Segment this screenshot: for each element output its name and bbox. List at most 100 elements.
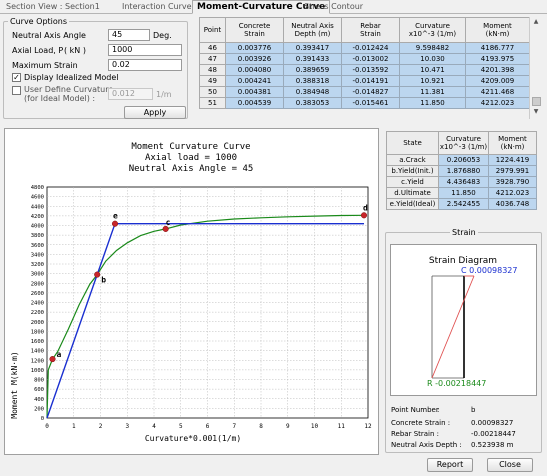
state-row[interactable]: b.Yield(Init.) 1.876880 2979.991 bbox=[386, 165, 537, 177]
results-cell: -0.014827 bbox=[341, 86, 400, 98]
state-point-d[interactable] bbox=[360, 212, 368, 219]
y-tick-label: 2200 bbox=[31, 310, 44, 316]
state-row[interactable]: c.Yield 4.436483 3928.790 bbox=[386, 176, 537, 188]
neutral-axis-depth-value: 0.523938 m bbox=[471, 441, 514, 449]
curve-options-title: Curve Options bbox=[10, 17, 68, 26]
strain-r-label: R -0.00218447 bbox=[427, 379, 486, 388]
moment-curvature-line bbox=[46, 214, 365, 419]
state-cell: 2979.991 bbox=[488, 165, 537, 177]
results-row[interactable]: 50 0.004381 0.384948 -0.014827 11.381 4211.46… bbox=[199, 86, 530, 98]
results-row[interactable]: 51 0.004539 0.383053 -0.015461 11.850 4212.02… bbox=[199, 97, 530, 109]
state-point-e[interactable] bbox=[111, 220, 119, 227]
results-cell: 0.003776 bbox=[225, 42, 284, 54]
x-tick-label: 8 bbox=[259, 423, 263, 430]
close-button[interactable]: Close bbox=[487, 458, 533, 472]
y-tick-label: 3800 bbox=[31, 233, 44, 239]
x-tick-label: 6 bbox=[206, 423, 210, 430]
neutral-axis-angle-input[interactable]: 45 bbox=[108, 29, 150, 41]
state-row[interactable]: e.Yield(Ideal) 2.542455 4036.748 bbox=[386, 198, 537, 210]
tab-stress-contour[interactable]: Stress Contour bbox=[300, 1, 367, 14]
results-row[interactable]: 48 0.004080 0.389659 -0.013592 10.471 4201.39… bbox=[199, 64, 530, 76]
y-tick-label: 2800 bbox=[31, 281, 44, 287]
results-row[interactable]: 49 0.004241 0.388318 -0.014191 10.921 4209.00… bbox=[199, 75, 530, 87]
x-tick-label: 10 bbox=[311, 423, 319, 430]
state-row[interactable]: d.Ultimate 11.850 4212.023 bbox=[386, 187, 537, 199]
state-point-label: c bbox=[166, 218, 171, 227]
state-point-a[interactable] bbox=[49, 356, 56, 363]
user-define-label: User Define Curvature bbox=[24, 85, 114, 94]
y-tick-label: 4400 bbox=[31, 204, 44, 210]
tab-section-view[interactable]: Section View : Section1 bbox=[2, 1, 104, 14]
state-row-header: d.Ultimate bbox=[386, 187, 439, 199]
strain-group-title: Strain bbox=[452, 228, 476, 237]
axial-load-label: Axial Load, P bbox=[12, 46, 64, 55]
results-cell: -0.013592 bbox=[341, 64, 400, 76]
apply-button[interactable]: Apply bbox=[124, 106, 186, 119]
y-tick-label: 3200 bbox=[31, 262, 44, 268]
x-tick-label: 1 bbox=[72, 423, 76, 430]
x-tick-label: 5 bbox=[179, 423, 183, 430]
concrete-strain-value: 0.00098327 bbox=[471, 419, 514, 427]
rebar-strain-value: -0.00218447 bbox=[471, 430, 516, 438]
y-axis-label: Moment M(kN·m) bbox=[10, 351, 19, 418]
state-header-cell: State bbox=[386, 131, 439, 155]
axial-load-input[interactable]: 1000 bbox=[108, 44, 182, 56]
results-cell: -0.014191 bbox=[341, 75, 400, 87]
results-cell: 4186.777 bbox=[465, 42, 530, 54]
state-cell: 4036.748 bbox=[488, 198, 537, 210]
state-cell: 4212.023 bbox=[488, 187, 537, 199]
results-cell: 0.388318 bbox=[283, 75, 342, 87]
results-cell: 4193.975 bbox=[465, 53, 530, 65]
results-cell: 4201.398 bbox=[465, 64, 530, 76]
results-cell: 0.004241 bbox=[225, 75, 284, 87]
moment-curvature-chart: Moment Curvature Curve Axial load = 1000… bbox=[10, 142, 372, 443]
results-cell: 4209.009 bbox=[465, 75, 530, 87]
y-tick-label: 4600 bbox=[31, 195, 44, 201]
results-header-cell: Moment (kN·m) bbox=[465, 17, 530, 43]
y-tick-label: 3600 bbox=[31, 243, 44, 249]
results-row[interactable]: 47 0.003926 0.391433 -0.013002 10.030 4193.97… bbox=[199, 53, 530, 65]
scroll-down-icon[interactable]: ▼ bbox=[531, 108, 541, 117]
state-cell: 11.850 bbox=[438, 187, 489, 199]
state-point-c[interactable] bbox=[162, 225, 169, 232]
y-tick-label: 600 bbox=[34, 387, 44, 393]
results-cell: 10.921 bbox=[399, 75, 466, 87]
maximum-strain-input[interactable]: 0.02 bbox=[108, 59, 182, 71]
strain-c-label: C 0.00098327 bbox=[461, 266, 517, 275]
rebar-strain-label: Rebar Strain : bbox=[391, 430, 440, 438]
results-cell: 0.003926 bbox=[225, 53, 284, 65]
state-point-label: a bbox=[57, 350, 62, 359]
user-define-checkbox[interactable] bbox=[12, 86, 21, 95]
results-cell: 11.381 bbox=[399, 86, 466, 98]
scroll-thumb[interactable] bbox=[532, 97, 541, 106]
state-row[interactable]: a.Crack 0.206053 1224.419 bbox=[386, 154, 537, 166]
user-define-curvature-input[interactable]: 0.012 bbox=[108, 88, 153, 100]
state-point-label: d bbox=[363, 203, 368, 212]
scroll-up-icon[interactable]: ▲ bbox=[531, 18, 541, 27]
results-header-cell: Point bbox=[199, 17, 226, 43]
x-tick-label: 12 bbox=[364, 423, 372, 430]
y-tick-label: 2400 bbox=[31, 301, 44, 307]
results-cell: 0.389659 bbox=[283, 64, 342, 76]
results-cell: 0.004539 bbox=[225, 97, 284, 109]
point-number-value: b bbox=[471, 406, 476, 414]
state-point-b[interactable] bbox=[94, 271, 101, 278]
state-cell: 1.876880 bbox=[438, 165, 489, 177]
state-table: State Curvature x10^-3 (1/m) Moment (kN·m)… bbox=[386, 131, 537, 210]
point-number-label: Point Number bbox=[391, 406, 439, 414]
y-tick-label: 2600 bbox=[31, 291, 44, 297]
y-tick-label: 1000 bbox=[31, 368, 44, 374]
results-table-scrollbar[interactable]: ▲ ▼ bbox=[529, 17, 542, 119]
tab-interaction-curve[interactable]: Interaction Curve bbox=[118, 1, 196, 14]
state-cell: 2.542455 bbox=[438, 198, 489, 210]
y-tick-label: 4000 bbox=[31, 224, 44, 230]
user-define-unit: 1/m bbox=[156, 90, 172, 99]
report-button[interactable]: Report bbox=[427, 458, 473, 472]
y-tick-label: 800 bbox=[34, 378, 44, 384]
x-tick-label: 2 bbox=[99, 423, 103, 430]
results-row[interactable]: 46 0.003776 0.393417 -0.012424 9.598482 4186.… bbox=[199, 42, 530, 54]
results-cell: 0.384948 bbox=[283, 86, 342, 98]
results-row-header: 47 bbox=[199, 53, 226, 65]
y-tick-label: 200 bbox=[34, 406, 44, 412]
display-idealized-checkbox[interactable]: ✓ bbox=[12, 73, 21, 82]
